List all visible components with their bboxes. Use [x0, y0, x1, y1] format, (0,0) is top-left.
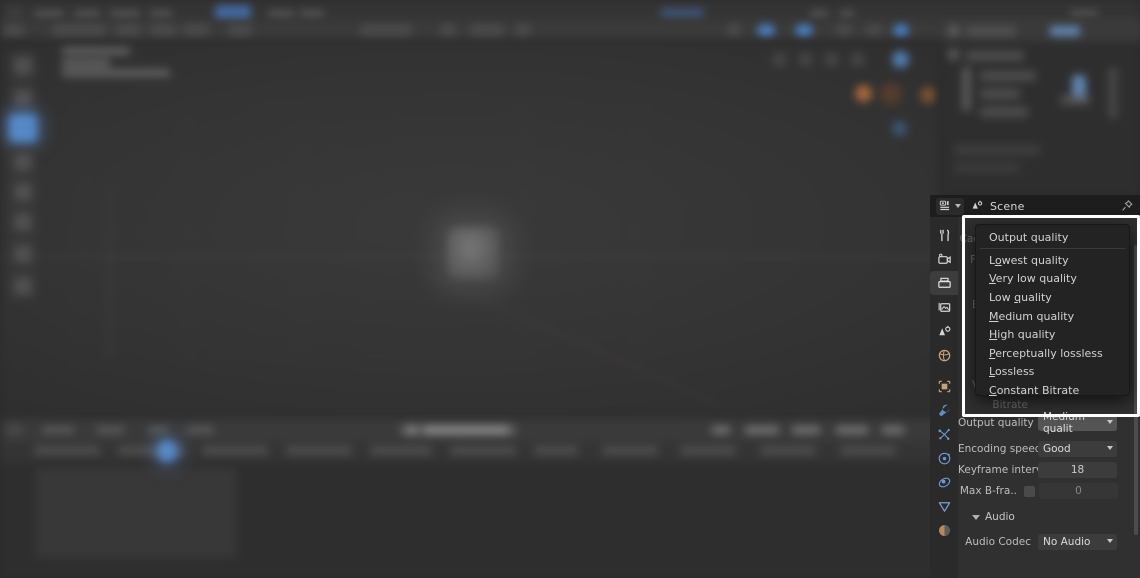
menu-item-lowest-quality[interactable]: Lowest quality: [976, 251, 1129, 270]
row-keyframe-interval[interactable]: Keyframe interval 18: [958, 460, 1140, 480]
timeline-editor[interactable]: [0, 418, 940, 578]
menu-separator: [980, 248, 1125, 249]
tab-tool[interactable]: [930, 223, 958, 247]
tab-output[interactable]: [930, 271, 958, 295]
properties-editor-icon: [939, 200, 950, 211]
timeline-playhead[interactable]: [157, 440, 177, 462]
properties-header: Scene: [930, 195, 1140, 217]
blender-window: Scene Bitrate Output quality Medium qual…: [0, 0, 1140, 578]
row-encoding-speed[interactable]: Encoding speed Good: [958, 439, 1140, 459]
chevron-down-icon: [1107, 539, 1113, 543]
properties-tab-strip[interactable]: [930, 217, 958, 578]
pin-icon[interactable]: [1120, 199, 1134, 213]
gizmo-z-axis: [892, 51, 909, 68]
output-quality-dropdown[interactable]: Medium qualit: [1038, 411, 1117, 435]
tab-data[interactable]: [930, 494, 958, 518]
viewport-toolbar[interactable]: [6, 44, 40, 300]
tab-particles[interactable]: [930, 422, 958, 446]
chevron-down-icon: [1107, 446, 1113, 450]
menu-item-high-quality[interactable]: High quality: [976, 325, 1129, 344]
section-audio[interactable]: Audio: [958, 507, 1140, 527]
max-b-frames-field[interactable]: 0: [1039, 483, 1118, 499]
tab-modifiers[interactable]: [930, 398, 958, 422]
encoding-speed-dropdown[interactable]: Good: [1038, 441, 1117, 457]
properties-scrollbar[interactable]: [1134, 245, 1138, 535]
menu-title: Output quality: [989, 231, 1069, 244]
menu-item-lossless[interactable]: Lossless: [976, 363, 1129, 382]
chevron-down-icon: [955, 204, 961, 208]
audio-codec-dropdown[interactable]: No Audio: [1038, 534, 1117, 550]
max-b-frames-checkbox[interactable]: [1024, 485, 1035, 497]
tool-active: [9, 114, 37, 142]
tab-view-layer[interactable]: [930, 295, 958, 319]
menu-item-perceptually-lossless[interactable]: Perceptually lossless: [976, 344, 1129, 363]
triangle-down-icon: [972, 514, 980, 520]
3d-viewport[interactable]: [0, 41, 940, 418]
row-output-quality[interactable]: Output quality Medium qualit: [958, 411, 1140, 435]
menu-item-medium-quality[interactable]: Medium quality: [976, 307, 1129, 326]
chevron-down-icon: [1107, 420, 1113, 424]
menu-item-low-quality[interactable]: Low quality: [976, 288, 1129, 307]
tab-scene[interactable]: [930, 319, 958, 343]
tab-world[interactable]: [930, 343, 958, 367]
tab-object[interactable]: [930, 374, 958, 398]
menu-item-very-low-quality[interactable]: Very low quality: [976, 270, 1129, 289]
breadcrumb-scene-label: Scene: [990, 199, 1025, 213]
scene-icon: [972, 200, 983, 209]
editor-type-selector[interactable]: [936, 197, 964, 215]
gizmo-x-axis: [855, 85, 872, 102]
row-audio-codec[interactable]: Audio Codec No Audio: [958, 532, 1140, 552]
tab-physics[interactable]: [930, 446, 958, 470]
tab-render[interactable]: [930, 247, 958, 271]
output-quality-menu[interactable]: Output quality Lowest quality Very low q…: [975, 224, 1130, 397]
tab-material[interactable]: [930, 518, 958, 542]
menu-item-constant-bitrate[interactable]: Constant Bitrate: [976, 381, 1129, 400]
outliner-editor[interactable]: [940, 19, 1140, 195]
row-max-b-frames[interactable]: Max B-fra.. 0: [958, 481, 1140, 501]
keyframe-interval-field[interactable]: 18: [1038, 462, 1117, 478]
tab-constraints[interactable]: [930, 470, 958, 494]
